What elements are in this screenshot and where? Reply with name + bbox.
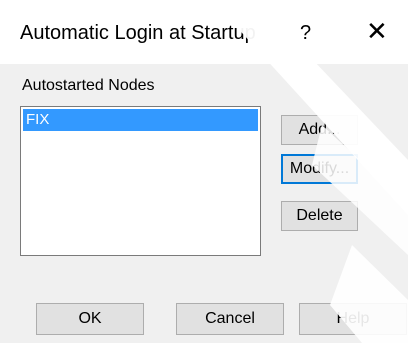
autostarted-nodes-label: Autostarted Nodes bbox=[22, 77, 155, 94]
list-item[interactable]: FIX bbox=[23, 109, 258, 131]
help-button[interactable]: Help bbox=[299, 303, 407, 335]
cancel-button[interactable]: Cancel bbox=[176, 303, 284, 335]
autostarted-nodes-list[interactable]: FIX bbox=[20, 106, 261, 256]
help-icon[interactable]: ? bbox=[300, 20, 311, 46]
add-button[interactable]: Add... bbox=[281, 115, 358, 145]
close-icon[interactable]: ✕ bbox=[366, 18, 388, 46]
title-bar: Automatic Login at Startup ? ✕ bbox=[0, 0, 408, 64]
modify-button[interactable]: Modify... bbox=[281, 154, 358, 184]
window-title: Automatic Login at Startup bbox=[20, 22, 256, 44]
login-dialog: Automatic Login at Startup ? ✕ Autostart… bbox=[0, 0, 408, 343]
ok-button[interactable]: OK bbox=[36, 303, 144, 335]
delete-button[interactable]: Delete bbox=[281, 201, 358, 231]
